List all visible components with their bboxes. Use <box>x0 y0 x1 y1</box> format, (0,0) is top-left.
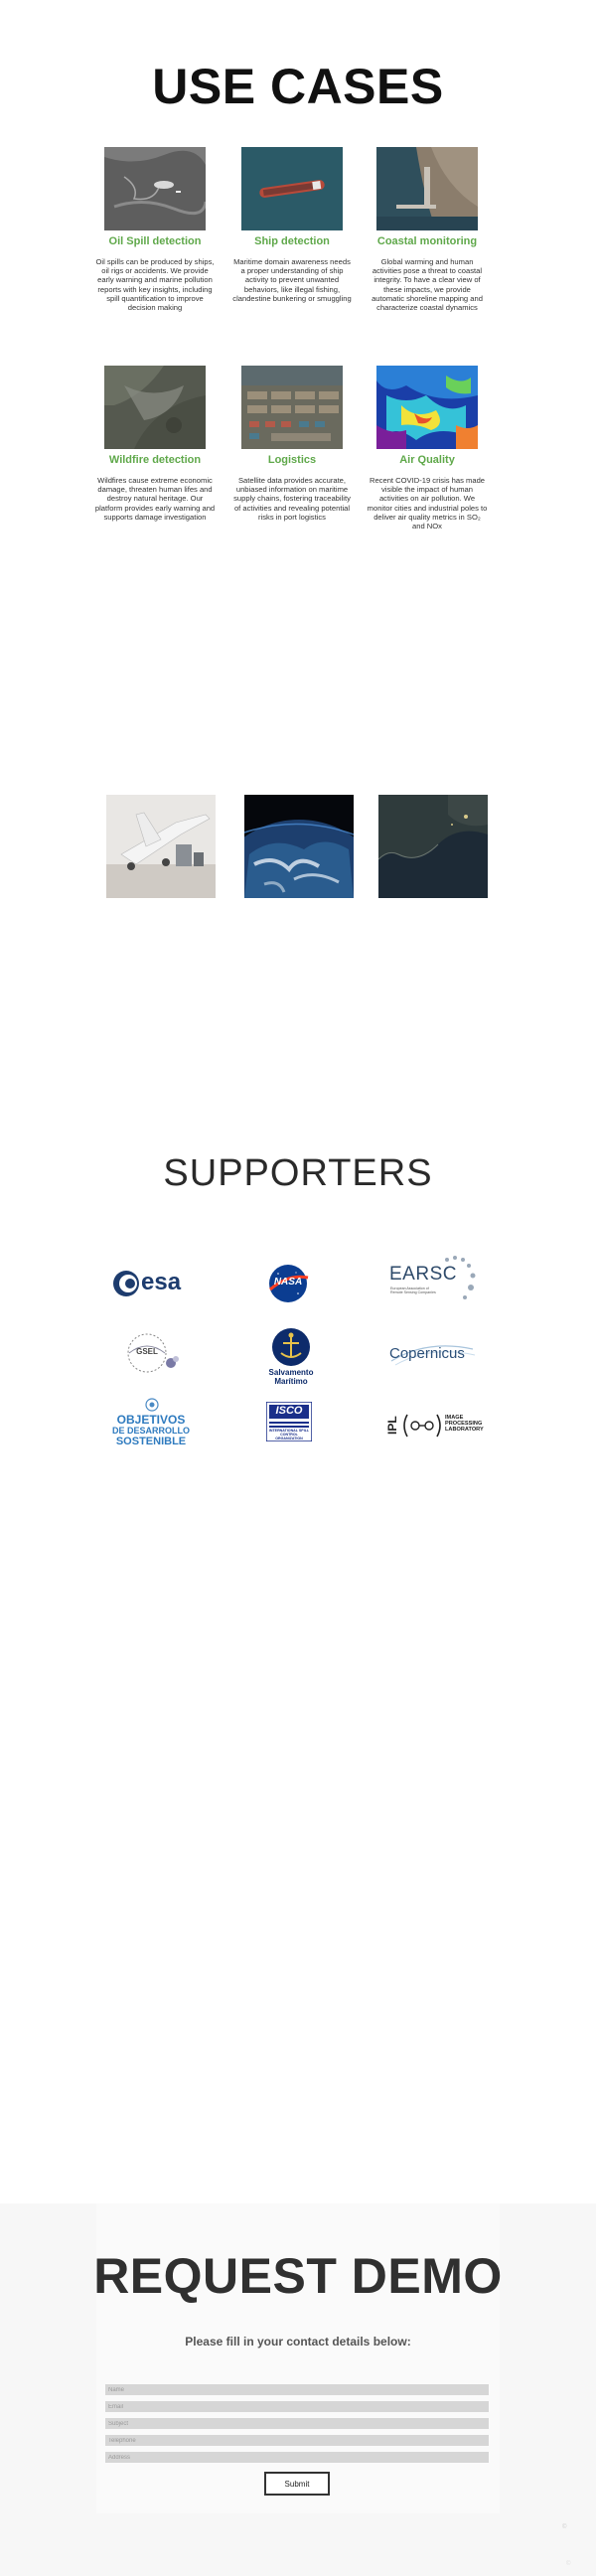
wildfire-image <box>104 366 206 449</box>
usecase-card-wildfire[interactable]: Wildfire detection Wildfires cause extre… <box>90 366 220 522</box>
supporters-title: SUPPORTERS <box>163 1152 433 1194</box>
usecase-title: Oil Spill detection <box>108 235 202 247</box>
air-quality-map-image <box>376 366 478 449</box>
usecase-description: Maritime domain awareness needs a proper… <box>232 257 352 303</box>
usecase-title: Logistics <box>267 454 317 466</box>
ipl-wordmark: IPL <box>385 1416 399 1435</box>
ipl-brackets-icon <box>403 1414 441 1438</box>
ods-line-2: DE DESARROLLO <box>111 1426 190 1436</box>
esa-wordmark: esa <box>141 1269 182 1295</box>
usecase-description: Satellite data provides accurate, unbias… <box>233 476 351 522</box>
esa-logo[interactable]: esa <box>109 1267 189 1300</box>
coastline-satellite-photo <box>378 795 488 898</box>
usecase-card-logistics[interactable]: Logistics Satellite data provides accura… <box>227 366 357 522</box>
ipl-subtitle: IMAGE PROCESSING LABORATORY <box>445 1415 484 1434</box>
usecases-title: USE CASES <box>152 59 444 114</box>
aircraft-photo <box>106 795 216 898</box>
earth-photo <box>244 795 354 898</box>
address-field[interactable] <box>105 2452 489 2463</box>
ship-image <box>241 147 343 230</box>
usecase-description: Recent COVID-19 crisis has made visible … <box>367 476 488 531</box>
request-demo-subtitle: Please fill in your contact details belo… <box>185 2335 411 2349</box>
usecase-title: Air Quality <box>399 454 455 466</box>
usecase-title: Ship detection <box>254 235 330 247</box>
telephone-field[interactable] <box>105 2435 489 2446</box>
usecase-card-coastal-monitoring[interactable]: Coastal monitoring Global warming and hu… <box>363 147 492 312</box>
corner-mark: © <box>562 2524 567 2530</box>
isco-logo[interactable]: ISCO INTERNATIONAL SPILL CONTROL ORGANIZ… <box>264 1402 314 1445</box>
nasa-wordmark: NASA <box>273 1277 303 1288</box>
logistics-image <box>241 366 343 449</box>
copernicus-logo[interactable]: Copernicus <box>387 1337 477 1371</box>
salvamento-line-1: Salvamento <box>268 1368 314 1377</box>
salvamento-maritimo-logo[interactable]: Salvamento Marítimo <box>261 1327 321 1387</box>
submit-button[interactable]: Submit <box>264 2472 330 2496</box>
nasa-logo[interactable]: NASA <box>266 1264 310 1303</box>
usecase-description: Wildfires cause extreme economic damage,… <box>94 476 216 522</box>
ods-line-1: OBJETIVOS <box>116 1413 186 1427</box>
isco-subtitle: INTERNATIONAL SPILL CONTROL ORGANIZATION <box>268 1429 310 1440</box>
earsc-wordmark: EARSC <box>389 1264 457 1285</box>
ipl-logo[interactable]: IPL IMAGE PROCESSING LABORATORY <box>385 1411 485 1440</box>
usecase-card-ship-detection[interactable]: Ship detection Maritime domain awareness… <box>227 147 357 303</box>
sdg-wheel-icon <box>145 1398 159 1412</box>
salvamento-line-2: Marítimo <box>274 1377 308 1386</box>
oil-spill-image <box>104 147 206 230</box>
coastal-image <box>376 147 478 230</box>
ods-line-3: SOSTENIBLE <box>115 1436 187 1447</box>
ods-logo[interactable]: OBJETIVOS DE DESARROLLO SOSTENIBLE <box>109 1398 193 1447</box>
subject-field[interactable] <box>105 2418 489 2429</box>
usecase-card-air-quality[interactable]: Air Quality Recent COVID-19 crisis has m… <box>363 366 492 530</box>
name-field[interactable] <box>105 2384 489 2395</box>
usecase-description: Oil spills can be produced by ships, oil… <box>95 257 215 313</box>
earsc-logo[interactable]: EARSC European Association of Remote Sen… <box>389 1254 485 1309</box>
gsel-logo[interactable]: GSEL <box>121 1331 183 1377</box>
salvamento-emblem-icon <box>272 1328 310 1366</box>
usecase-title: Coastal monitoring <box>376 235 478 247</box>
gsel-wordmark: GSEL <box>136 1347 158 1356</box>
usecase-title: Wildfire detection <box>108 454 202 466</box>
isco-wordmark: ISCO <box>275 1405 303 1417</box>
usecase-card-oil-spill[interactable]: Oil Spill detection Oil spills can be pr… <box>90 147 220 312</box>
usecase-description: Global warming and human activities pose… <box>372 257 483 313</box>
copernicus-wordmark: Copernicus <box>389 1345 465 1362</box>
request-demo-title: REQUEST DEMO <box>93 2248 503 2304</box>
email-field[interactable] <box>105 2401 489 2412</box>
corner-mark-secondary: © <box>566 2561 571 2567</box>
earsc-subtitle: European Association of Remote Sensing C… <box>390 1287 436 1295</box>
